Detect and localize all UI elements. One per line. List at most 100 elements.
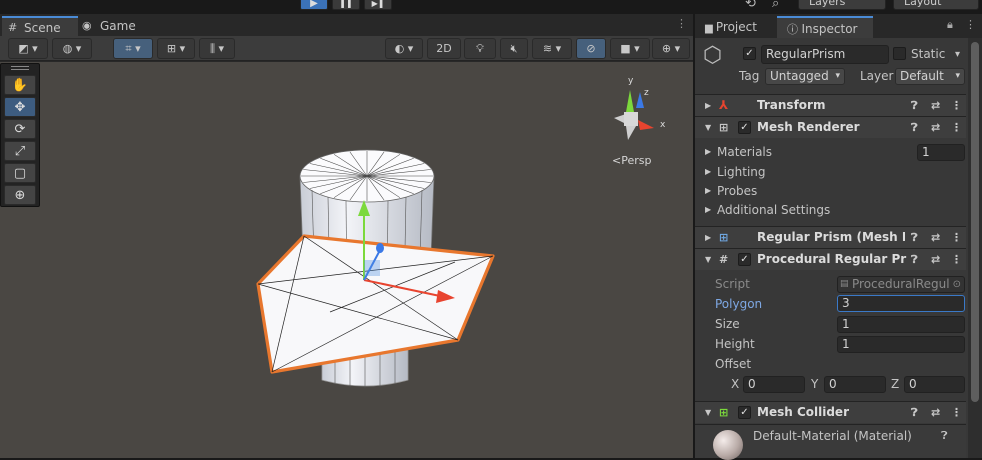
object-name-value: RegularPrism: [766, 47, 846, 61]
materials-count-field[interactable]: 1: [917, 144, 965, 161]
layers-stack-icon: ≋ ▾: [542, 42, 562, 55]
polygon-input[interactable]: 3: [837, 295, 965, 312]
offset-y-input[interactable]: 0: [824, 376, 886, 393]
projection-toggle[interactable]: <Persp: [612, 154, 651, 167]
preset-icon[interactable]: ⇄: [931, 227, 940, 248]
component-menu-icon[interactable]: ⋮: [951, 249, 962, 270]
rotate-tool-button[interactable]: ⟳: [4, 119, 36, 139]
mode-2d-label: 2D: [436, 42, 452, 55]
mesh-collider-enabled-checkbox[interactable]: ✓: [738, 406, 751, 419]
static-checkbox[interactable]: [893, 47, 906, 60]
layer-label: Layer: [860, 69, 894, 83]
script-field[interactable]: ▤ ProceduralRegul ⊙: [837, 276, 965, 293]
axis-gizmo-icon: [614, 90, 654, 140]
component-menu-icon[interactable]: ⋮: [951, 227, 962, 248]
mesh-filter-header[interactable]: ▶ ⊞ Regular Prism (Mesh Filte ❓︎ ⇄ ⋮: [695, 226, 966, 248]
search-icon[interactable]: ⌕: [772, 0, 779, 11]
collapse-arrow-icon: ▶: [705, 167, 712, 176]
grid-snap-button[interactable]: ⌗ ▾: [113, 38, 153, 59]
component-menu-icon[interactable]: ⋮: [951, 402, 962, 423]
move-tool-button[interactable]: ✥: [4, 97, 36, 117]
rect-tool-button[interactable]: ▢: [4, 163, 36, 183]
shading-mode-icon: ◩ ▾: [18, 42, 38, 55]
mesh-renderer-header[interactable]: ▼ ⊞ ✓ Mesh Renderer ❓︎ ⇄ ⋮: [695, 116, 966, 138]
drag-handle-icon[interactable]: [11, 66, 29, 70]
mesh-renderer-enabled-checkbox[interactable]: ✓: [738, 121, 751, 134]
preset-icon[interactable]: ⇄: [931, 402, 940, 423]
draw-mode-button[interactable]: ◩ ▾: [8, 38, 48, 59]
lock-icon[interactable]: 🔒︎: [947, 18, 953, 32]
transform-tool-button[interactable]: ⊕: [4, 185, 36, 205]
lighting-row[interactable]: ▶ Lighting: [695, 162, 966, 182]
object-name-input[interactable]: RegularPrism: [761, 45, 889, 64]
prism-render: [256, 149, 495, 388]
mesh-collider-header[interactable]: ▼ ⊞ ✓ Mesh Collider ❓︎ ⇄ ⋮: [695, 401, 966, 423]
tab-project[interactable]: ▆ Project: [695, 16, 777, 38]
preset-icon[interactable]: ⇄: [931, 95, 940, 116]
transform-header[interactable]: ▶ ⅄ Transform ❓︎ ⇄ ⋮: [695, 94, 966, 116]
component-menu-icon[interactable]: ⋮: [951, 95, 962, 116]
scene-toolbar: ◩ ▾ ◍ ▾ ⌗ ▾ ⊞ ▾ ⫼ ▾ ◐ ▾ 2D 💡︎ 🔇︎ ≋ ▾ ⊘ ■…: [0, 36, 693, 61]
ruler-button[interactable]: ⫼ ▾: [199, 38, 235, 59]
preset-icon[interactable]: ⇄: [931, 117, 940, 138]
global-toggle-button[interactable]: ◍ ▾: [52, 38, 92, 59]
height-input[interactable]: 1: [837, 336, 965, 353]
history-icon[interactable]: ⟲: [745, 0, 756, 11]
play-icon: ▶: [310, 0, 318, 9]
scene-viewport[interactable]: ✋ ✥ ⟳ ⤢ ▢ ⊕ y z x <Persp: [0, 62, 693, 458]
help-icon[interactable]: ❓︎: [911, 117, 918, 138]
materials-row[interactable]: ▶ Materials 1: [695, 142, 966, 162]
more-options-icon[interactable]: ⋮: [676, 17, 687, 30]
size-input[interactable]: 1: [837, 316, 965, 333]
increment-snap-button[interactable]: ⊞ ▾: [157, 38, 195, 59]
visibility-toggle-button[interactable]: ⊘: [576, 38, 606, 59]
probes-row[interactable]: ▶ Probes: [695, 181, 966, 201]
cube-icon: ⬡: [703, 43, 723, 68]
mode-2d-button[interactable]: 2D: [427, 38, 461, 59]
additional-settings-row[interactable]: ▶ Additional Settings: [695, 200, 966, 220]
lighting-toggle-button[interactable]: 💡︎: [464, 38, 496, 59]
step-button[interactable]: ▶❚: [364, 0, 392, 10]
scene-grid-icon: #: [8, 21, 18, 34]
scrollbar-thumb[interactable]: [971, 42, 979, 402]
script-hash-icon: #: [719, 253, 729, 266]
tag-dropdown[interactable]: Untagged ▾: [765, 68, 845, 85]
procedural-prism-header[interactable]: ▼ # ✓ Procedural Regular Prism ❓︎ ⇄ ⋮: [695, 248, 966, 270]
chevron-down-icon[interactable]: ▾: [955, 45, 960, 64]
help-icon[interactable]: ❓︎: [911, 402, 918, 423]
gizmos-button[interactable]: ⊕ ▾: [652, 38, 690, 59]
inspector-scrollbar[interactable]: [968, 38, 982, 458]
effects-button[interactable]: ≋ ▾: [532, 38, 572, 59]
tab-game[interactable]: ◉ Game: [78, 16, 148, 36]
help-icon[interactable]: ❓︎: [911, 249, 918, 270]
help-icon[interactable]: ❓︎: [911, 95, 918, 116]
layer-dropdown[interactable]: Default ▾: [895, 68, 965, 85]
help-icon[interactable]: ❓︎: [911, 227, 918, 248]
hand-tool-button[interactable]: ✋: [4, 75, 36, 95]
persp-label: Persp: [621, 154, 652, 167]
pause-button[interactable]: ❚❚: [332, 0, 360, 10]
more-options-icon[interactable]: ⋮: [965, 18, 976, 31]
chevron-down-icon: ▾: [835, 71, 840, 81]
offset-z-input[interactable]: 0: [904, 376, 965, 393]
tab-scene[interactable]: # Scene: [2, 16, 78, 36]
tag-value: Untagged: [770, 69, 829, 83]
material-preview-row[interactable]: Default-Material (Material) ❓︎: [695, 424, 966, 460]
scale-tool-button[interactable]: ⤢: [4, 141, 36, 161]
active-checkbox[interactable]: ✓: [743, 47, 756, 60]
orientation-gizmo[interactable]: y z x: [606, 74, 676, 154]
audio-toggle-button[interactable]: 🔇︎: [500, 38, 528, 59]
procedural-enabled-checkbox[interactable]: ✓: [738, 253, 751, 266]
additional-settings-label: Additional Settings: [717, 203, 831, 217]
play-button[interactable]: ▶: [300, 0, 328, 10]
camera-button[interactable]: ■ ▾: [610, 38, 650, 59]
help-icon[interactable]: ❓︎: [941, 429, 948, 443]
offset-x-input[interactable]: 0: [743, 376, 805, 393]
render-mode-button[interactable]: ◐ ▾: [385, 38, 423, 59]
preset-icon[interactable]: ⇄: [931, 249, 940, 270]
tab-inspector[interactable]: ⓘ Inspector: [777, 16, 873, 38]
layer-value: Default: [900, 69, 944, 83]
layers-dropdown[interactable]: Layers: [798, 0, 886, 10]
component-menu-icon[interactable]: ⋮: [951, 117, 962, 138]
layout-dropdown[interactable]: Layout: [893, 0, 979, 10]
